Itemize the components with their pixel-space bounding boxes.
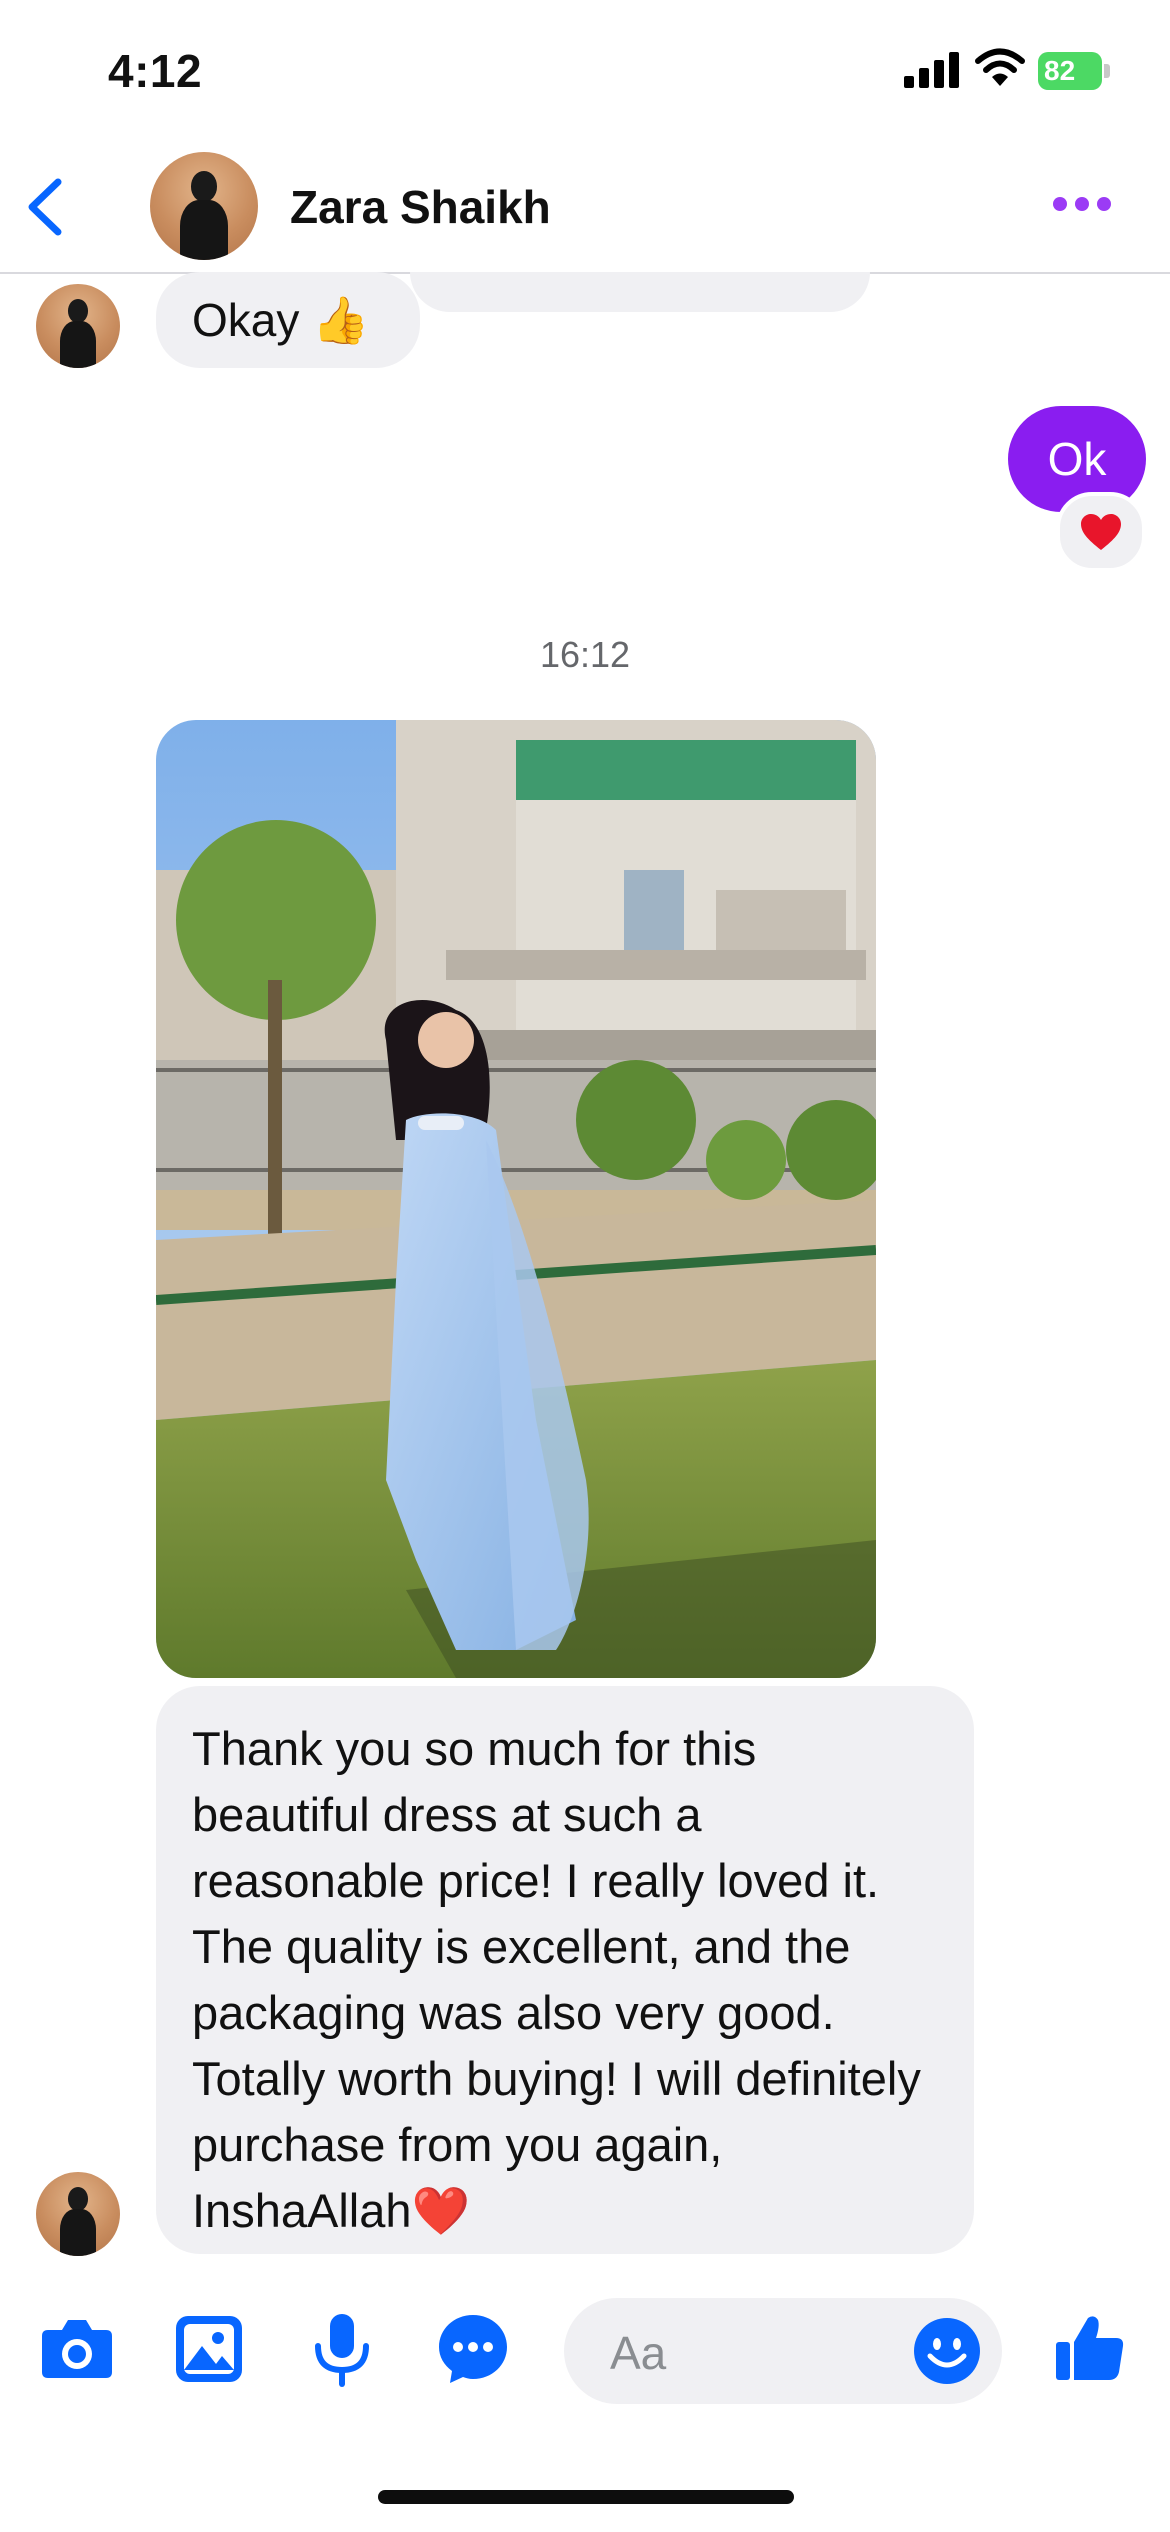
more-actions-icon[interactable]: [436, 2312, 510, 2386]
microphone-icon[interactable]: [310, 2312, 374, 2388]
status-time: 4:12: [108, 45, 203, 97]
heart-reaction-badge[interactable]: [1056, 492, 1146, 572]
back-chevron-icon[interactable]: [22, 176, 68, 238]
battery-level: 82: [1044, 55, 1076, 86]
message-input-placeholder: Aa: [610, 2327, 667, 2379]
incoming-message-bubble[interactable]: Okay 👍: [156, 272, 420, 368]
cellular-signal-icon: [904, 52, 959, 88]
previous-message-bubble: [410, 272, 870, 312]
wifi-icon: [975, 48, 1025, 86]
incoming-message-bubble[interactable]: Thank you so much for this beautiful dre…: [156, 1686, 974, 2254]
battery-cap: [1104, 64, 1110, 78]
battery-indicator: 82: [1038, 52, 1102, 90]
contact-name[interactable]: Zara Shaikh: [290, 180, 551, 234]
gallery-icon[interactable]: [174, 2314, 244, 2384]
shared-photo[interactable]: [156, 720, 876, 1678]
message-timestamp: 16:12: [539, 634, 631, 675]
message-text: Okay 👍: [192, 293, 370, 346]
contact-avatar[interactable]: [150, 152, 258, 260]
more-options-icon[interactable]: [1052, 196, 1112, 212]
emoji-icon[interactable]: [912, 2316, 982, 2386]
sender-avatar: [36, 2172, 120, 2256]
sender-avatar: [36, 284, 120, 368]
camera-icon[interactable]: [40, 2316, 114, 2380]
message-text: Ok: [1047, 433, 1107, 485]
message-text: Thank you so much for this beautiful dre…: [192, 1722, 921, 2237]
thumbs-up-icon[interactable]: [1054, 2312, 1126, 2384]
home-indicator: [378, 2490, 794, 2504]
heart-icon: [1081, 514, 1121, 550]
